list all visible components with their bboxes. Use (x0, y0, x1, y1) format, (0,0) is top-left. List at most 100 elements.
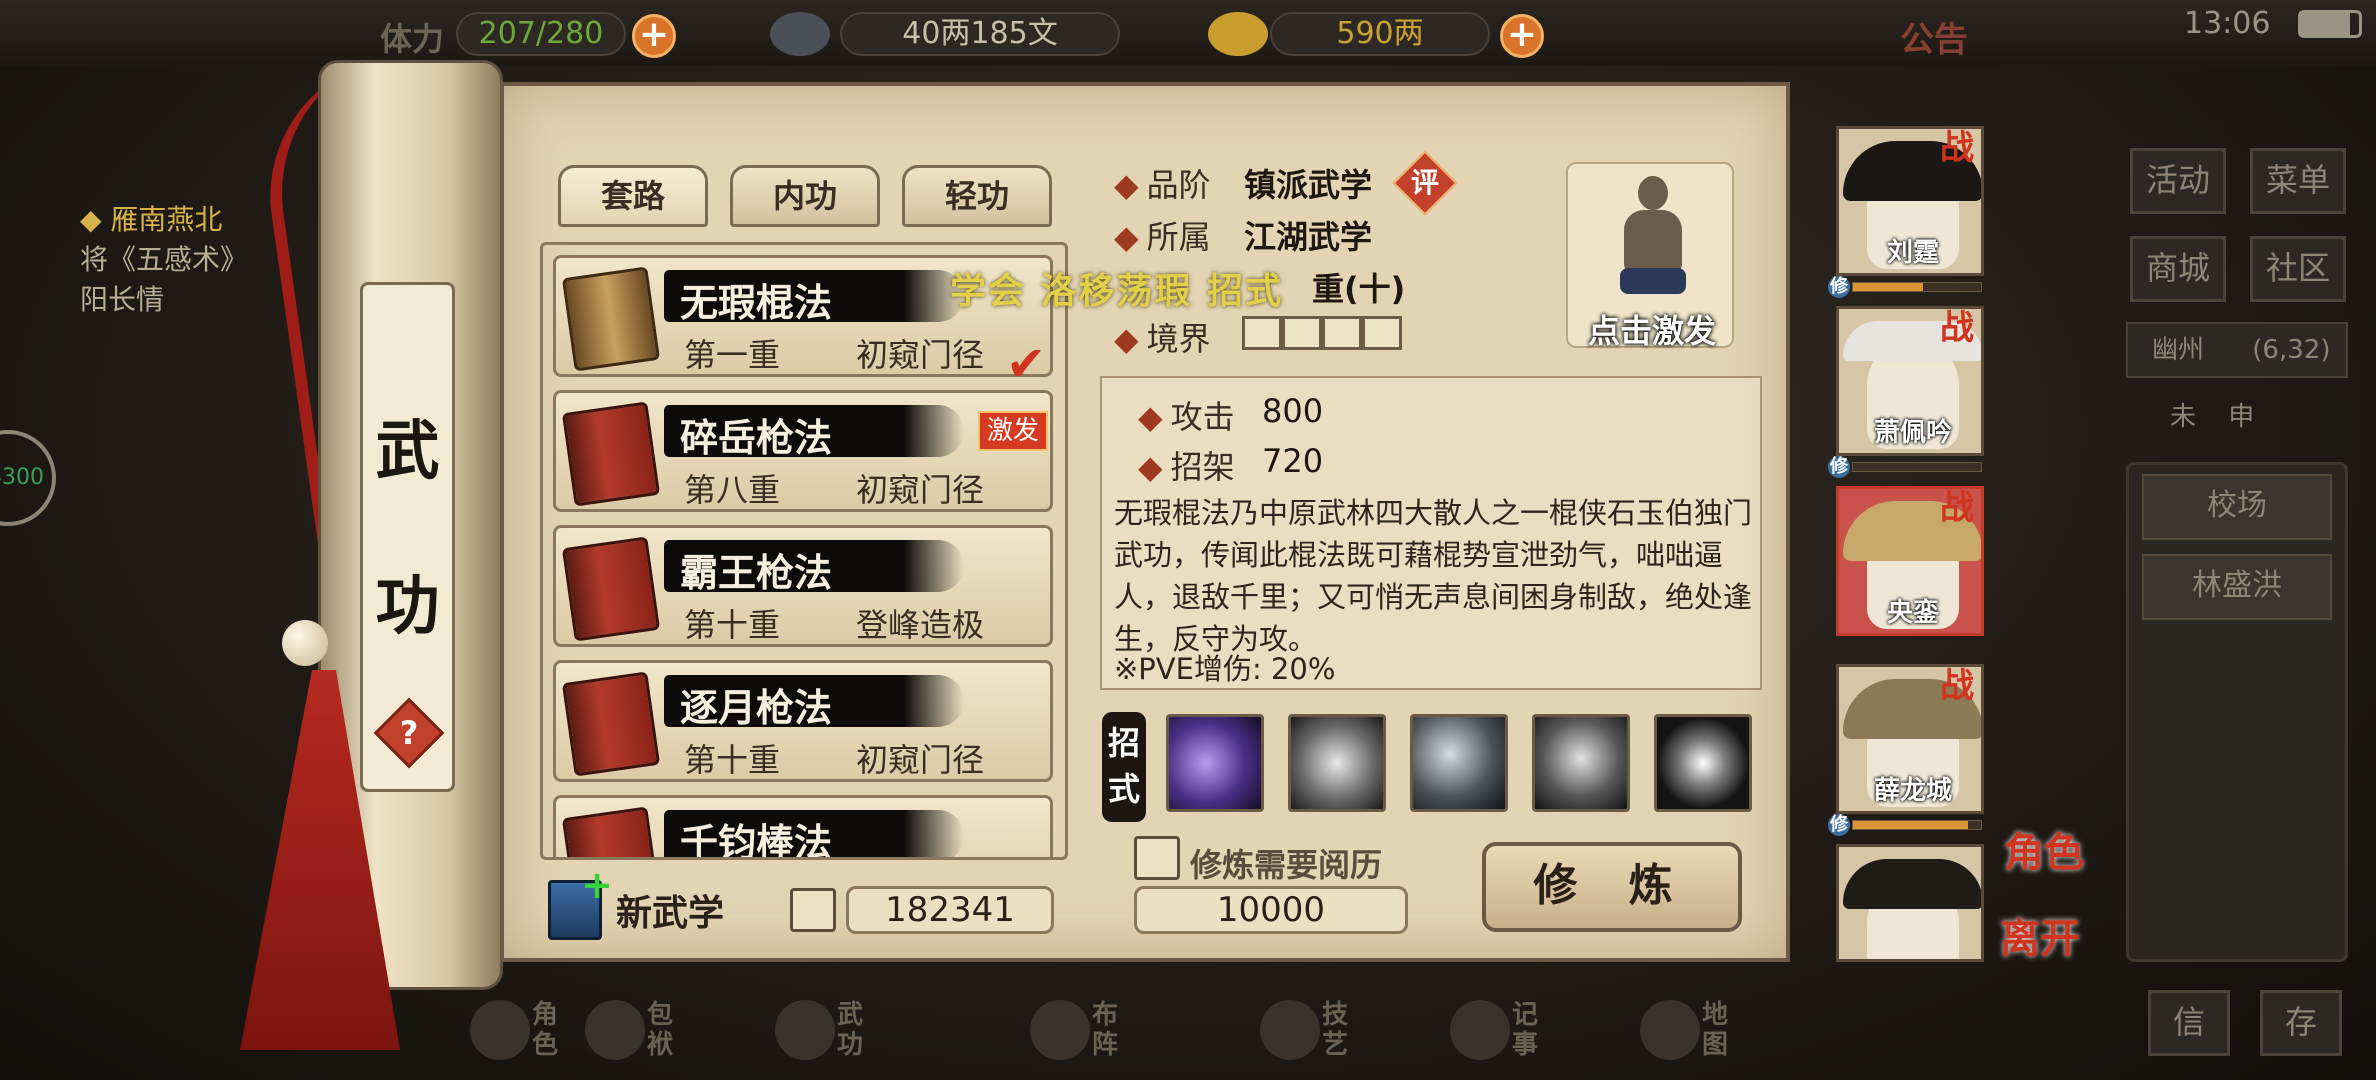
red-book-icon (561, 671, 661, 777)
activate-card[interactable]: 点击激发 (1566, 162, 1734, 350)
hero-name: 萧佩吟 (1873, 418, 1952, 448)
scroll-book-icon (561, 266, 661, 372)
skill-name: 千钧棒法 (680, 820, 833, 860)
nav-martial[interactable]: 武功 (775, 1000, 865, 1080)
hero-progress (1852, 282, 1982, 292)
skill-item[interactable]: 逐月枪法 第十重 初窥门径 (553, 660, 1053, 782)
parry-label: 招架 (1138, 442, 1235, 488)
move-aura-icon[interactable] (1532, 714, 1630, 812)
skill-name: 无瑕棍法 (680, 280, 833, 325)
skill-item[interactable]: 千钧棒法 (553, 795, 1053, 860)
cultivate-button[interactable]: 修 炼 (1482, 842, 1742, 932)
tab-lightness[interactable]: 轻功 (902, 165, 1052, 227)
role-button[interactable]: 角色 (2004, 820, 2084, 878)
nav-role[interactable]: 角色 (470, 1000, 560, 1080)
cultivate-requirement: 修炼需要阅历 (1190, 846, 1383, 884)
battle-mark-icon: 战 (1940, 488, 1974, 528)
skill-level: 第一重 (684, 336, 781, 374)
skill-rank: 初窥门径 (856, 741, 985, 779)
parry-value: 720 (1262, 442, 1324, 480)
bag-icon (585, 1000, 645, 1060)
nav-bag[interactable]: 包袱 (585, 1000, 675, 1080)
stamina-value: 207/280 (456, 12, 626, 56)
hero-name: 央銮 (1886, 598, 1939, 628)
martial-icon (775, 1000, 835, 1060)
skill-name: 逐月枪法 (680, 685, 833, 730)
selected-check-icon: ✔ (1006, 336, 1047, 392)
belong-value: 江湖武学 (1244, 218, 1373, 256)
location-name: 幽州 (2152, 335, 2205, 365)
skill-rank: 登峰造极 (856, 606, 985, 644)
hero-name: 薛龙城 (1873, 776, 1952, 806)
role-icon (470, 1000, 530, 1060)
letter-button[interactable]: 信 (2148, 990, 2230, 1056)
read-book-icon (1134, 836, 1180, 880)
status-clock: 13:06 (2184, 6, 2271, 41)
attack-label: 攻击 (1138, 392, 1235, 438)
tassel-bead (282, 620, 328, 666)
menu-button[interactable]: 菜单 (2250, 148, 2346, 214)
community-button[interactable]: 社区 (2250, 236, 2346, 302)
moves-tag: 招式 (1102, 712, 1146, 822)
red-book-icon (561, 536, 661, 642)
realm-label: 境界 (1114, 314, 1211, 360)
skill-name: 碎岳枪法 (680, 415, 833, 460)
experience-value: 182341 (846, 886, 1054, 934)
activated-badge: 激发 (978, 411, 1048, 451)
add-stamina-button[interactable]: + (632, 14, 676, 58)
grade-value: 镇派武学 (1244, 166, 1373, 204)
skill-name: 霸王枪法 (680, 550, 833, 595)
nav-journal[interactable]: 记事 (1450, 1000, 1540, 1080)
title-char-gong: 功 (375, 569, 440, 644)
nav-map[interactable]: 地图 (1640, 1000, 1730, 1080)
realm-slot (1322, 316, 1362, 350)
save-button[interactable]: 存 (2260, 990, 2342, 1056)
cultivate-mark-icon: 修 (1828, 456, 1850, 478)
skill-rank: 初窥门径 (856, 471, 985, 509)
tab-inner-power[interactable]: 内功 (730, 165, 880, 227)
move-burst-icon[interactable] (1654, 714, 1752, 812)
hero-card[interactable] (1836, 844, 1984, 962)
leave-button[interactable]: 离开 (2000, 906, 2080, 964)
quest-line-2: 阳长情 (80, 283, 165, 316)
location-box[interactable]: 幽州 (6,32) (2126, 322, 2348, 378)
realm-slot (1362, 316, 1402, 350)
silver-value: 40两185文 (840, 12, 1120, 56)
nav-formation[interactable]: 布阵 (1030, 1000, 1120, 1080)
field-button[interactable]: 校场 (2142, 474, 2332, 540)
npc-button[interactable]: 林盛洪 (2142, 554, 2332, 620)
nav-skills[interactable]: 技艺 (1260, 1000, 1350, 1080)
gold-ingot-icon (1208, 12, 1268, 56)
realm-slot (1242, 316, 1282, 350)
skill-rank: 初窥门径 (856, 336, 985, 374)
shop-button[interactable]: 商城 (2130, 236, 2226, 302)
grade-label: 品阶 (1114, 160, 1211, 206)
battle-mark-icon: 战 (1940, 308, 1974, 348)
move-strike-icon[interactable] (1288, 714, 1386, 812)
hero-hair (1843, 859, 1981, 909)
new-martial-icon[interactable] (548, 863, 613, 940)
add-gold-button[interactable]: + (1500, 14, 1544, 58)
notice-button[interactable]: 公告 (1900, 12, 1968, 61)
skill-item[interactable]: 碎岳枪法 激发 第八重 初窥门径 (553, 390, 1053, 512)
battle-mark-icon: 战 (1940, 666, 1974, 706)
time-dial: 未 申 (2170, 402, 2267, 432)
skill-level: 第八重 (684, 471, 781, 509)
experience-book-icon (790, 888, 836, 932)
skill-list[interactable]: 无瑕棍法 第一重 初窥门径 ✔ 碎岳枪法 激发 第八重 初窥门径 霸王枪法 第十… (540, 242, 1068, 860)
tab-routine[interactable]: 套路 (558, 165, 708, 227)
skill-level: 第十重 (684, 606, 781, 644)
map-icon (1640, 1000, 1700, 1060)
red-book-icon (561, 806, 661, 857)
move-sweep-icon[interactable] (1410, 714, 1508, 812)
learned-move-toast: 学会 洛移荡瑕 招式 (950, 271, 1284, 312)
quest-tracker[interactable]: ◆ 雁南燕北 将《五感术》 阳长情 (80, 200, 248, 320)
belong-label: 所属 (1114, 212, 1211, 258)
red-book-icon (561, 401, 661, 507)
new-martial-button[interactable]: 新武学 (616, 884, 724, 936)
quest-destination: ◆ 雁南燕北 (80, 203, 223, 236)
skill-item[interactable]: 霸王枪法 第十重 登峰造极 (553, 525, 1053, 647)
activity-button[interactable]: 活动 (2130, 148, 2226, 214)
move-slash-icon[interactable] (1166, 714, 1264, 812)
gold-value: 590两 (1270, 12, 1490, 56)
